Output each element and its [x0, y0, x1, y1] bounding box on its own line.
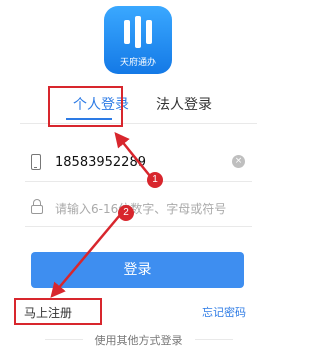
phone-icon — [31, 154, 41, 170]
logo-text: 天府通办 — [119, 58, 156, 68]
annotation-marker-2: 2 — [118, 205, 134, 221]
logo-bar — [146, 20, 152, 44]
annotation-box-register — [14, 298, 102, 325]
phone-divider — [25, 181, 252, 182]
clear-icon[interactable]: × — [232, 155, 245, 168]
logo-bar — [124, 20, 130, 44]
password-divider — [25, 226, 252, 227]
login-button[interactable]: 登录 — [31, 252, 244, 288]
other-login-methods-label: 使用其他方式登录 — [94, 334, 183, 347]
phone-input[interactable]: 18583952289 — [55, 155, 146, 170]
other-right-divider — [195, 339, 233, 340]
forgot-password-link[interactable]: 忘记密码 — [202, 304, 246, 320]
tab-legal-login[interactable]: 法人登录 — [156, 96, 212, 114]
lock-icon — [31, 199, 43, 214]
annotation-marker-1: 1 — [147, 172, 163, 188]
app-logo: 天府通办 — [104, 6, 172, 74]
logo-bar — [135, 16, 141, 48]
annotation-box-tab — [48, 86, 123, 127]
password-input[interactable]: 请输入6-16位数字、字母或符号 — [55, 200, 226, 217]
